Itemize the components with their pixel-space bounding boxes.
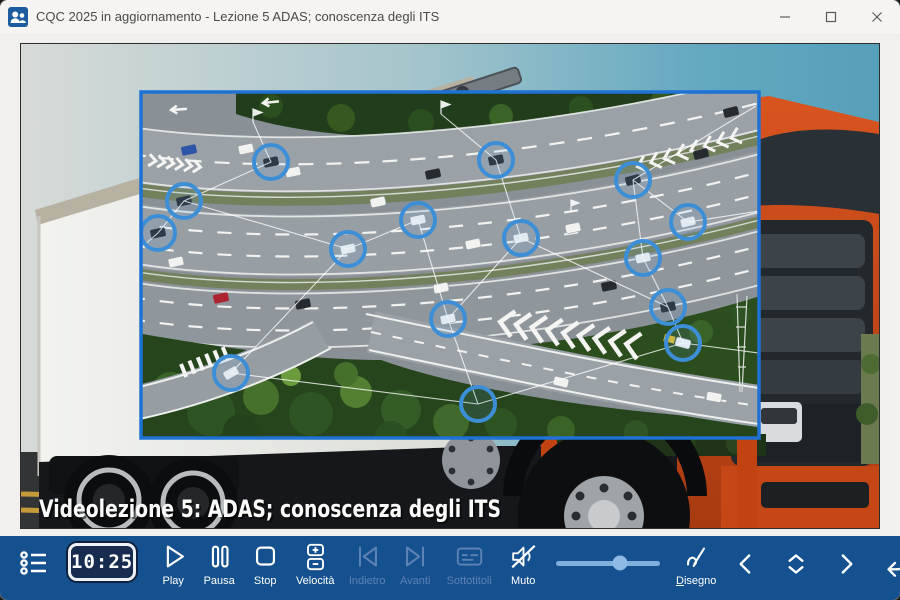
- window-title: CQC 2025 in aggiornamento - Lezione 5 AD…: [36, 9, 762, 24]
- return-button[interactable]: [874, 542, 900, 586]
- chevron-left-icon: [729, 547, 763, 581]
- volume-slider[interactable]: [556, 541, 660, 585]
- speed-label: Velocità: [296, 575, 335, 587]
- chevron-right-icon: [829, 547, 863, 581]
- mute-label: Muto: [511, 575, 535, 587]
- nav-scroll-button[interactable]: [774, 542, 818, 586]
- subtitles-icon: [454, 542, 485, 572]
- pause-icon: [204, 542, 235, 572]
- speed-button[interactable]: Velocità: [288, 537, 342, 600]
- volume-track: [556, 561, 660, 566]
- next-button[interactable]: Avanti: [392, 537, 438, 600]
- skip-back-icon: [352, 542, 383, 572]
- time-display: 10:25: [68, 543, 136, 581]
- minimize-button[interactable]: [762, 0, 808, 33]
- speed-icon: [300, 542, 331, 572]
- volume-thumb[interactable]: [612, 556, 627, 571]
- draw-label: Disegno: [676, 575, 716, 587]
- maximize-icon: [825, 11, 837, 23]
- return-arrow-icon: [879, 547, 900, 581]
- playlist-button[interactable]: [12, 541, 56, 585]
- nav-previous-button[interactable]: [724, 542, 768, 586]
- mute-icon: [508, 542, 539, 572]
- nav-next-button[interactable]: [824, 542, 868, 586]
- draw-button[interactable]: Disegno: [668, 537, 724, 600]
- video-surface[interactable]: Videolezione 5: ADAS; conoscenza degli I…: [20, 43, 880, 529]
- stop-button[interactable]: Stop: [242, 537, 288, 600]
- previous-button[interactable]: Indietro: [342, 537, 392, 600]
- stop-icon: [250, 542, 281, 572]
- mute-button[interactable]: Muto: [500, 537, 546, 600]
- play-label: Play: [163, 575, 184, 587]
- its-aerial-inset: [127, 73, 773, 453]
- chevron-up-down-icon: [779, 547, 813, 581]
- video-stage: Videolezione 5: ADAS; conoscenza degli I…: [0, 33, 900, 536]
- pen-draw-icon: [681, 542, 712, 572]
- player-control-bar: 10:25 Play Pausa Stop Velocità: [0, 536, 900, 600]
- video-frame-illustration: Videolezione 5: ADAS; conoscenza degli I…: [21, 44, 879, 528]
- pause-label: Pausa: [204, 575, 235, 587]
- navigation-group: [724, 542, 900, 586]
- subtitles-label: Sottotitoli: [447, 575, 492, 587]
- list-icon: [18, 547, 50, 579]
- title-bar: CQC 2025 in aggiornamento - Lezione 5 AD…: [0, 0, 900, 33]
- subtitles-button[interactable]: Sottotitoli: [438, 537, 500, 600]
- previous-label: Indietro: [349, 575, 386, 587]
- next-label: Avanti: [400, 575, 430, 587]
- cab-step-right: [737, 430, 757, 528]
- svg-text:Videolezione 5: ADAS; conoscen: Videolezione 5: ADAS; conoscenza degli I…: [39, 495, 501, 523]
- pause-button[interactable]: Pausa: [196, 537, 242, 600]
- skip-forward-icon: [400, 542, 431, 572]
- play-icon: [158, 542, 189, 572]
- app-window: CQC 2025 in aggiornamento - Lezione 5 AD…: [0, 0, 900, 600]
- close-icon: [871, 11, 883, 23]
- maximize-button[interactable]: [808, 0, 854, 33]
- play-button[interactable]: Play: [150, 537, 196, 600]
- video-caption: Videolezione 5: ADAS; conoscenza degli I…: [39, 495, 503, 525]
- minimize-icon: [779, 11, 791, 23]
- stop-label: Stop: [254, 575, 277, 587]
- app-icon: [8, 7, 28, 27]
- close-button[interactable]: [854, 0, 900, 33]
